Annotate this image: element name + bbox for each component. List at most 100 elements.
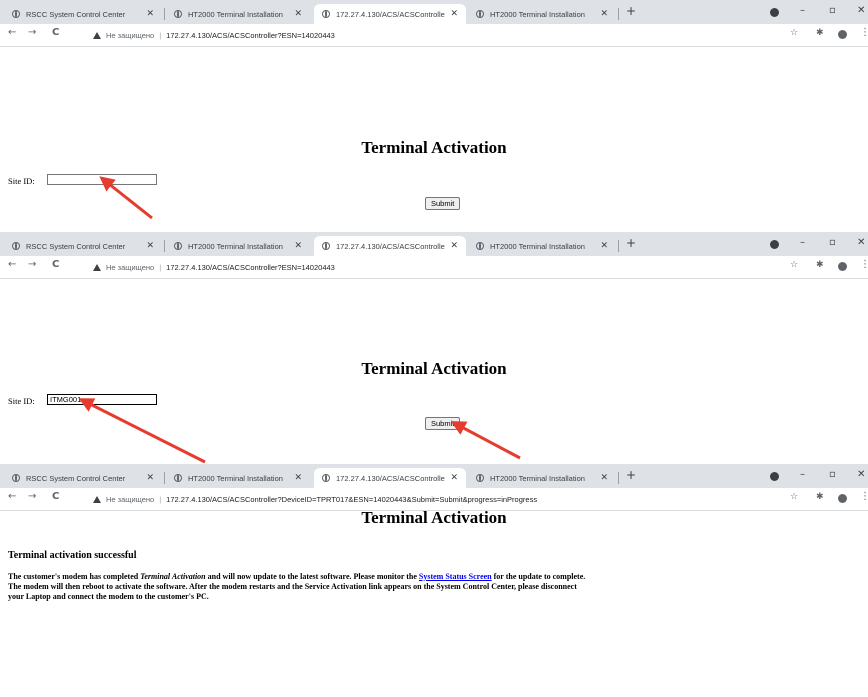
system-status-link[interactable]: System Status Screen (419, 572, 492, 581)
tab-close-icon[interactable]: ✕ (450, 472, 458, 483)
page-title: Terminal Activation (361, 359, 507, 378)
maximize-button[interactable]: ▫ (829, 237, 836, 248)
star-icon[interactable]: ☆ (790, 28, 798, 38)
menu-icon[interactable]: ⋮ (860, 27, 868, 38)
back-button[interactable]: ← (8, 27, 16, 38)
tab-ht2000[interactable]: HT2000 Terminal Installation ✕ (166, 236, 310, 256)
reload-button[interactable]: C (52, 491, 59, 502)
warning-icon (93, 495, 101, 503)
address-bar[interactable]: Не защищено | 172.27.4.130/ACS/ACSContro… (93, 27, 773, 43)
tab-close-icon[interactable]: ✕ (600, 8, 608, 19)
site-id-label: Site ID: (8, 396, 35, 406)
tab-close-icon[interactable]: ✕ (294, 240, 302, 251)
minimize-button[interactable]: – (800, 237, 805, 248)
tab-close-icon[interactable]: ✕ (294, 472, 302, 483)
tab-ht2000-2[interactable]: HT2000 Terminal Installation ✕ (468, 468, 616, 488)
success-heading: Terminal activation successful (8, 550, 137, 561)
new-tab-button[interactable]: + (626, 4, 636, 18)
tab-rscc[interactable]: RSCC System Control Center ✕ (4, 236, 162, 256)
separator: | (159, 262, 162, 272)
new-tab-button[interactable]: + (626, 236, 636, 250)
profile-avatar[interactable] (838, 30, 847, 39)
submit-button[interactable]: Submit (425, 197, 461, 210)
tab-title: HT2000 Terminal Installation (188, 473, 283, 483)
globe-icon (476, 242, 484, 250)
maximize-button[interactable]: ▫ (829, 469, 836, 480)
tab-close-icon[interactable]: ✕ (294, 8, 302, 19)
menu-icon[interactable]: ⋮ (860, 259, 868, 270)
tab-title: 172.27.4.130/ACS/ACSControlle (336, 9, 445, 19)
tab-title: HT2000 Terminal Installation (490, 473, 585, 483)
close-window-button[interactable]: ✕ (857, 237, 865, 248)
back-button[interactable]: ← (8, 259, 16, 270)
tab-separator (618, 240, 619, 252)
reload-button[interactable]: C (52, 259, 59, 270)
activation-message: The customer's modem has completed Termi… (8, 572, 866, 602)
back-button[interactable]: ← (8, 491, 16, 502)
tab-close-icon[interactable]: ✕ (450, 8, 458, 19)
security-label: Не защищено (106, 494, 155, 504)
minimize-button[interactable]: – (800, 469, 805, 480)
extensions-icon[interactable]: ✱ (816, 28, 824, 38)
tab-ht2000-2[interactable]: HT2000 Terminal Installation ✕ (468, 236, 616, 256)
globe-icon (322, 474, 330, 482)
forward-button[interactable]: → (28, 491, 36, 502)
message-part-3: for the update to complete. (491, 572, 586, 581)
extensions-icon[interactable]: ✱ (816, 260, 824, 270)
globe-icon (174, 474, 182, 482)
tab-close-icon[interactable]: ✕ (600, 472, 608, 483)
extensions-icon[interactable]: ✱ (816, 492, 824, 502)
page-title: Terminal Activation (361, 138, 507, 157)
star-icon[interactable]: ☆ (790, 260, 798, 270)
site-id-input[interactable] (47, 394, 157, 405)
submit-button[interactable]: Submit (425, 417, 461, 430)
address-bar[interactable]: Не защищено | 172.27.4.130/ACS/ACSContro… (93, 491, 773, 507)
record-icon[interactable] (770, 8, 779, 17)
browser-frame-1: RSCC System Control Center ✕ HT2000 Termi… (0, 0, 868, 232)
message-emphasis: Terminal Activation (140, 572, 206, 581)
message-line-2: The modem will then reboot to activate t… (8, 582, 577, 591)
tab-close-icon[interactable]: ✕ (450, 240, 458, 251)
tab-acs-active[interactable]: 172.27.4.130/ACS/ACSControlle ✕ (314, 4, 466, 24)
tab-close-icon[interactable]: ✕ (146, 8, 154, 19)
close-window-button[interactable]: ✕ (857, 5, 865, 16)
separator: | (159, 30, 162, 40)
tab-title: HT2000 Terminal Installation (188, 241, 283, 251)
tab-close-icon[interactable]: ✕ (146, 472, 154, 483)
tab-ht2000[interactable]: HT2000 Terminal Installation ✕ (166, 4, 310, 24)
menu-icon[interactable]: ⋮ (860, 491, 868, 502)
new-tab-button[interactable]: + (626, 468, 636, 482)
forward-button[interactable]: → (28, 27, 36, 38)
tab-title: RSCC System Control Center (26, 473, 126, 483)
profile-avatar[interactable] (838, 494, 847, 503)
tab-separator (164, 472, 165, 484)
tab-ht2000-2[interactable]: HT2000 Terminal Installation ✕ (468, 4, 616, 24)
forward-button[interactable]: → (28, 259, 36, 270)
tab-acs-active[interactable]: 172.27.4.130/ACS/ACSControlle ✕ (314, 236, 466, 256)
tab-ht2000[interactable]: HT2000 Terminal Installation ✕ (166, 468, 310, 488)
record-icon[interactable] (770, 472, 779, 481)
tab-close-icon[interactable]: ✕ (600, 240, 608, 251)
address-bar[interactable]: Не защищено | 172.27.4.130/ACS/ACSContro… (93, 259, 773, 275)
security-label: Не защищено (106, 262, 155, 272)
globe-icon (12, 10, 20, 18)
globe-icon (476, 474, 484, 482)
record-icon[interactable] (770, 240, 779, 249)
warning-icon (93, 31, 101, 39)
separator: | (159, 494, 162, 504)
tab-acs-active[interactable]: 172.27.4.130/ACS/ACSControlle ✕ (314, 468, 466, 488)
site-id-input[interactable] (47, 174, 157, 185)
profile-avatar[interactable] (838, 262, 847, 271)
maximize-button[interactable]: ▫ (829, 5, 836, 16)
tab-strip: RSCC System Control Center ✕ HT2000 Termi… (0, 464, 868, 488)
tab-rscc[interactable]: RSCC System Control Center ✕ (4, 4, 162, 24)
tab-rscc[interactable]: RSCC System Control Center ✕ (4, 468, 162, 488)
url-text: 172.27.4.130/ACS/ACSController?ESN=14020… (166, 30, 335, 40)
close-window-button[interactable]: ✕ (857, 469, 865, 480)
tab-separator (164, 8, 165, 20)
reload-button[interactable]: C (52, 27, 59, 38)
tab-close-icon[interactable]: ✕ (146, 240, 154, 251)
minimize-button[interactable]: – (800, 5, 805, 16)
page-title: Terminal Activation (361, 508, 507, 527)
star-icon[interactable]: ☆ (790, 492, 798, 502)
